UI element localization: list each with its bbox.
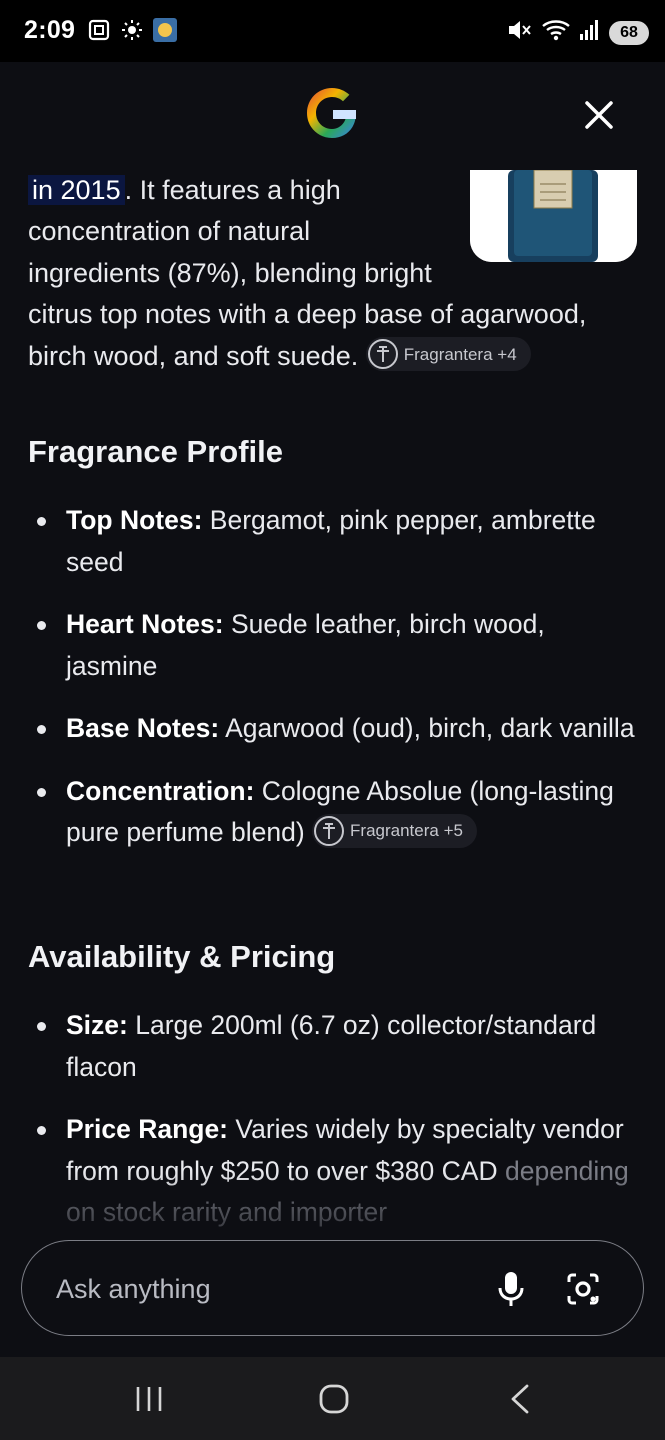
ask-bar [21,1240,644,1336]
source-icon [314,816,345,846]
profile-list: Top Notes: Bergamot, pink pepper, ambret… [28,500,640,875]
microphone-icon [498,1272,524,1306]
highlighted-text: in 2015 [28,175,125,205]
status-time: 2:09 [24,16,76,44]
source-icon [367,339,398,370]
list-item: Concentration: Cologne Absolue (long-las… [28,771,640,854]
thumbnail-spacer [448,211,638,263]
lens-button[interactable] [562,1269,604,1309]
recents-icon [136,1387,162,1411]
home-button[interactable] [304,1377,364,1421]
mute-icon [507,18,533,47]
section-heading-availability: Availability & Pricing [28,939,336,974]
back-button[interactable] [490,1377,550,1421]
weather-icon [153,18,177,47]
ask-input[interactable] [56,1267,456,1311]
home-icon [319,1384,349,1414]
section-heading-profile: Fragrance Profile [28,434,283,469]
back-icon [511,1384,529,1414]
list-item: Base Notes: Agarwood (oud), birch, dark … [28,708,640,750]
list-item: Heart Notes: Suede leather, birch wood, … [28,604,640,687]
intro-wrap-top: concentration of natural ingredients (87… [28,211,638,377]
screenshot-icon [87,18,111,47]
mic-button[interactable] [492,1269,530,1309]
status-bar: 2:09 68 [0,0,665,62]
status-left-icons [87,18,177,47]
list-item: Size: Large 200ml (6.7 oz) collector/sta… [28,1005,640,1088]
system-nav-bar [0,1357,665,1440]
wifi-icon [541,18,571,47]
brightness-icon [121,19,143,46]
google-g-logo [307,88,356,138]
status-right-icons: 68 [507,18,649,47]
battery-icon: 68 [609,20,649,45]
camera-search-icon [567,1273,599,1305]
recents-button[interactable] [119,1377,179,1421]
content-fade [0,1172,665,1242]
source-chip[interactable]: Fragrantera +5 [312,814,477,848]
signal-icon [579,18,601,47]
intro-paragraph: in 2015. It features a high [28,170,638,212]
list-item: Top Notes: Bergamot, pink pepper, ambret… [28,500,640,583]
close-icon [585,101,613,129]
app-header [0,62,665,170]
intro-text-line1: . It features a high [124,175,341,205]
ai-mode-panel: in 2015. It features a high concentratio… [0,62,665,1357]
source-chip[interactable]: Fragrantera +4 [365,337,531,372]
close-button[interactable] [578,94,620,136]
